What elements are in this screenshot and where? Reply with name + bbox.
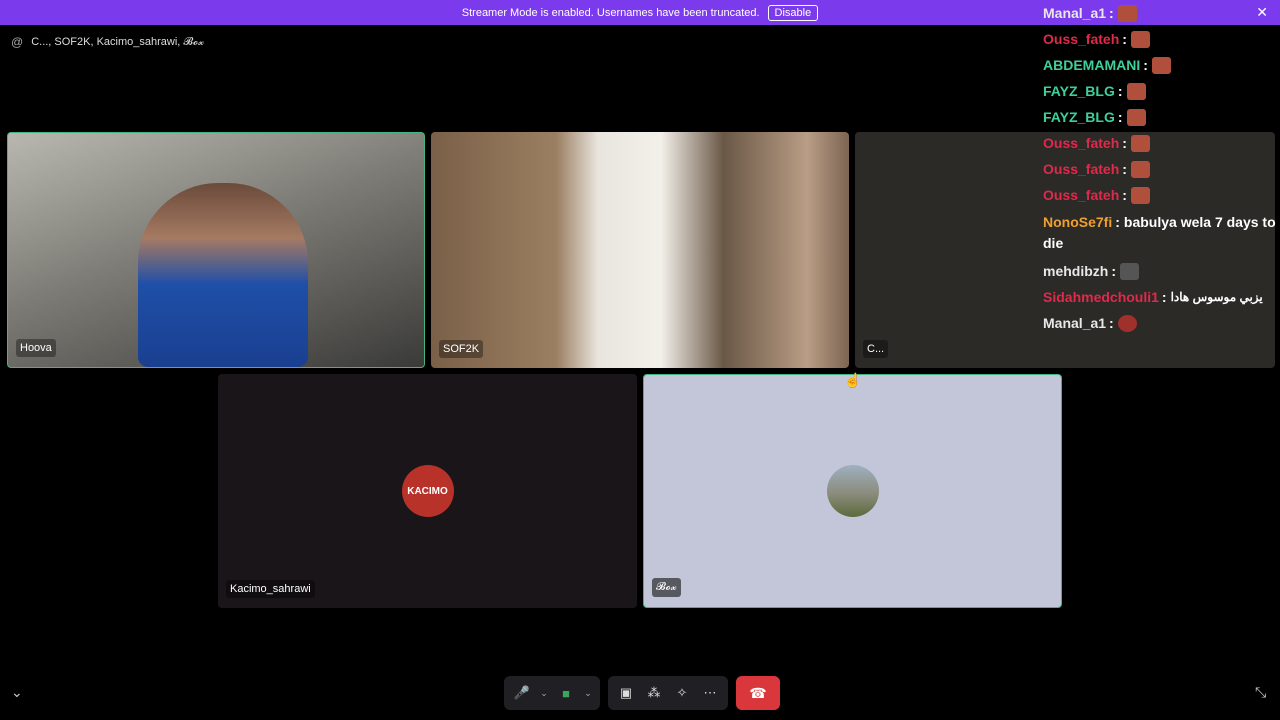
chat-message: ABDEMAMANI: [1043,52,1278,78]
chat-user: FAYZ_BLG [1043,109,1115,125]
pointer-cursor-icon: ☝ [844,372,862,388]
chat-message: FAYZ_BLG: [1043,104,1278,130]
video-tile-box[interactable]: 𝓑𝓸𝔁 [643,374,1062,608]
emote-icon [1130,186,1150,204]
video-tile-sof2k[interactable]: SOF2K [431,132,849,368]
emote-icon [1130,160,1150,178]
chevron-down-icon[interactable]: ⌄ [580,679,596,707]
chat-message: Ouss_fateh: [1043,130,1278,156]
emote-icon [1130,134,1150,152]
chat-message: mehdibzh: [1043,258,1278,284]
screen-share-icon[interactable]: ▣ [612,679,640,707]
streamer-mode-text: Streamer Mode is enabled. Usernames have… [461,6,760,19]
chat-message: Ouss_fateh: [1043,156,1278,182]
chat-user: FAYZ_BLG [1043,83,1115,99]
chat-message: NonoSe7fi: babulya wela 7 days to die [1043,214,1276,251]
chat-message: Ouss_fateh: [1043,26,1278,52]
chat-user: Ouss_fateh [1043,31,1120,47]
video-tile-kacimo[interactable]: KACIMO Kacimo_sahrawi [218,374,637,608]
tile-name: Hoova [16,339,56,357]
chat-user: Sidahmedchouli1 [1043,289,1159,305]
avatar [826,465,879,517]
microphone-icon[interactable]: 🎤 [508,679,536,707]
tile-name: SOF2K [439,340,484,358]
phone-icon: ☎ [749,684,767,701]
tile-name: Kacimo_sahrawi [226,580,315,598]
tile-name: 𝓑𝓸𝔁 [652,578,681,597]
chat-user: Manal_a1 [1043,5,1107,21]
soundboard-icon[interactable]: ✧ [668,679,696,707]
chat-message: Manal_a1: [1043,310,1278,336]
participant-list: C..., SOF2K, Kacimo_sahrawi, 𝓑𝓸𝔁 [31,35,205,48]
chevron-down-icon[interactable]: ⌄ [536,679,552,707]
chat-user: ABDEMAMANI [1043,57,1141,73]
mic-group: 🎤 ⌄ ■ ⌄ [504,676,600,710]
chat-user: Manal_a1 [1043,315,1107,331]
chat-overlay: Manal_a1: Ouss_fateh: ABDEMAMANI: FAYZ_B… [1043,0,1278,336]
chat-user: NonoSe7fi [1043,214,1113,230]
chat-message: Sidahmedchouli1: يزبي موسوس هادا [1043,289,1263,305]
activity-icon[interactable]: ⁂ [640,679,668,707]
call-controls: 🎤 ⌄ ■ ⌄ ▣ ⁂ ✧ ⋯ ☎ [504,676,780,710]
avatar: KACIMO [401,465,454,517]
tile-name: C... [863,340,889,358]
disable-button[interactable]: Disable [767,4,819,21]
camera-icon[interactable]: ■ [552,679,580,707]
emote-icon [1151,56,1171,74]
chat-text: يزبي موسوس هادا [1170,290,1263,304]
at-icon: @ [11,35,24,49]
chat-message: FAYZ_BLG: [1043,78,1278,104]
chat-user: Ouss_fateh [1043,161,1120,177]
collapse-icon[interactable]: ⌄ [11,684,23,701]
hang-up-button[interactable]: ☎ [736,676,780,710]
emote-icon [1130,30,1150,48]
chat-message: Ouss_fateh: [1043,182,1278,208]
emote-icon [1120,262,1140,280]
streamer-video [138,183,308,367]
chat-user: mehdibzh [1043,263,1109,279]
more-icon[interactable]: ⋯ [696,679,724,707]
video-tile-hoova[interactable]: Hoova [7,132,425,368]
chat-message: Manal_a1: [1043,0,1278,26]
minimize-icon[interactable]: ⤡ [1255,684,1266,701]
emote-icon [1126,82,1146,100]
emote-icon [1126,108,1146,126]
chat-user: Ouss_fateh [1043,135,1120,151]
emote-icon [1117,4,1137,22]
actions-group: ▣ ⁂ ✧ ⋯ [608,676,728,710]
chat-user: Ouss_fateh [1043,187,1120,203]
call-header: @ C..., SOF2K, Kacimo_sahrawi, 𝓑𝓸𝔁 [11,35,204,49]
emote-icon [1117,314,1137,332]
